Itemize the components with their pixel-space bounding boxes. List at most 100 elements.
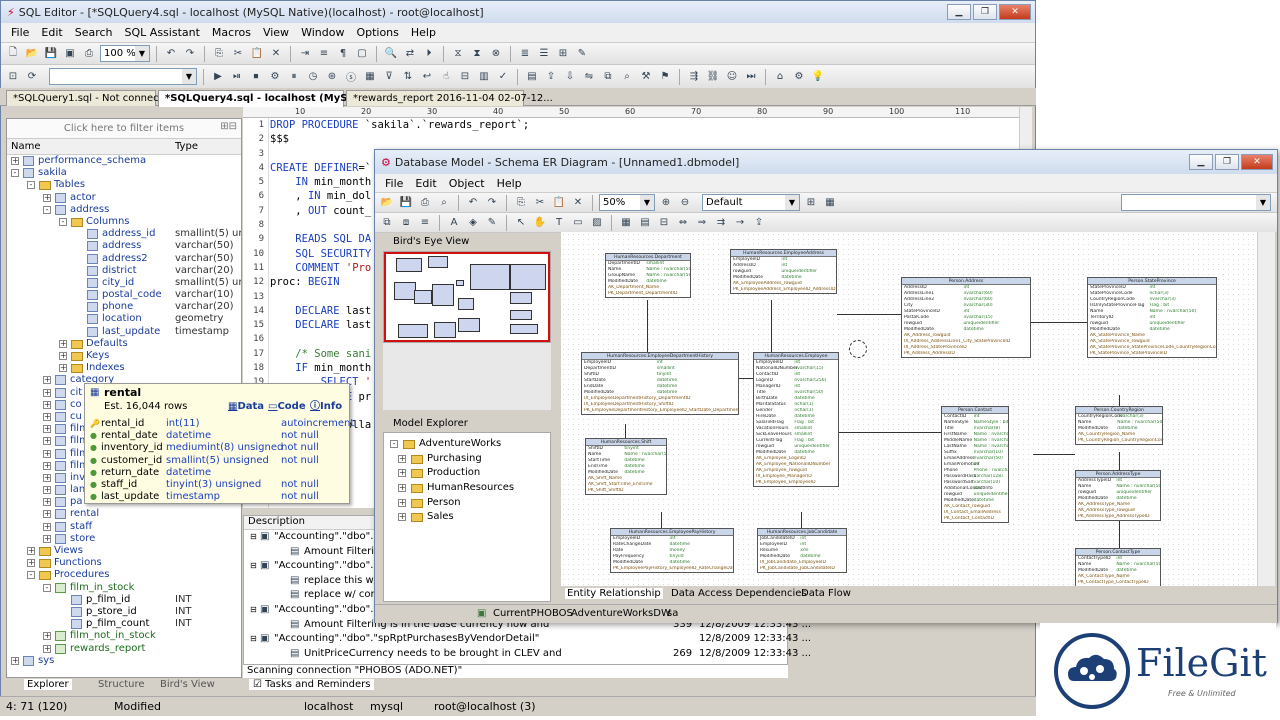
save-icon[interactable]: 💾 — [43, 46, 59, 62]
table-tool-icon[interactable]: ▦ — [618, 215, 634, 231]
import-icon[interactable]: ⇩ — [562, 69, 578, 85]
expand-toggle-icon[interactable]: + — [398, 454, 406, 463]
rel-1-1-icon[interactable]: ⇔ — [675, 215, 691, 231]
popup-link-code[interactable]: ▭ Code — [268, 401, 306, 413]
tab-birds-view[interactable]: Bird's View — [160, 679, 215, 690]
er-entity[interactable]: Person.Address AddressID int AddressLine1 nv… — [901, 277, 1031, 358]
tab-entity-relationship[interactable]: Entity Relationship — [565, 588, 663, 599]
image-tool-icon[interactable]: ▨ — [589, 215, 605, 231]
tree-item[interactable]: + rental — [7, 508, 241, 520]
model-tree-item[interactable]: + Production — [384, 466, 550, 481]
save-all-icon[interactable]: ▣ — [62, 46, 78, 62]
fill-color-icon[interactable]: ◈ — [465, 215, 481, 231]
dm-print-icon[interactable]: ⎙ — [417, 195, 433, 211]
pointer-icon[interactable]: ↖ — [513, 215, 529, 231]
tree-item[interactable]: city_id smallint(5) ur — [7, 277, 241, 289]
expand-toggle-icon[interactable]: + — [43, 461, 51, 470]
expand-toggle-icon[interactable]: + — [11, 656, 19, 665]
menu-file[interactable]: File — [5, 26, 35, 39]
find-icon[interactable]: 🔍 — [383, 46, 399, 62]
zoom-in-icon[interactable]: ⊕ — [658, 195, 674, 211]
dm-menu-edit[interactable]: Edit — [409, 177, 442, 190]
tree-item[interactable]: + performance_schema — [7, 155, 241, 167]
expand-toggle-icon[interactable]: + — [398, 513, 406, 522]
expand-toggle-icon[interactable]: ⊟ — [250, 632, 257, 647]
er-entity[interactable]: HumanResources.Employee EmployeeID int Nati… — [753, 352, 839, 487]
tree-item[interactable]: + Keys — [7, 350, 241, 362]
expand-toggle-icon[interactable]: + — [43, 473, 51, 482]
hand-tool-icon[interactable]: ✋ — [532, 215, 548, 231]
model-tree-item[interactable]: + Sales — [384, 510, 550, 525]
tree-item[interactable]: p_film_id INT — [7, 594, 241, 606]
dm-copy-icon[interactable]: ⎘ — [513, 195, 529, 211]
model-tree-item[interactable]: + HumanResources — [384, 481, 550, 496]
minimize-button[interactable]: ▁ — [947, 4, 971, 20]
list-icon[interactable]: ☰ — [536, 46, 552, 62]
expand-toggle-icon[interactable]: ⊟ — [250, 559, 257, 574]
dm-save-icon[interactable]: 💾 — [398, 195, 414, 211]
code-line[interactable]: DROP PROCEDURE `sakila`.`rewards_report`… — [269, 118, 1019, 132]
tab-data-access-dependencies[interactable]: Data Access Dependencies — [671, 588, 807, 599]
menu-help[interactable]: Help — [405, 26, 442, 39]
line-color-icon[interactable]: ✎ — [484, 215, 500, 231]
bookmark-icon[interactable]: ⧖ — [450, 46, 466, 62]
expand-toggle-icon[interactable]: + — [11, 157, 19, 165]
maximize-button[interactable]: ❐ — [973, 4, 997, 20]
tab-data-flow[interactable]: Data Flow — [801, 588, 851, 599]
tree-item[interactable]: + film_not_in_stock — [7, 630, 241, 642]
zoom-select[interactable]: 100 % ▼ — [100, 45, 150, 62]
text-tool-icon[interactable]: T — [551, 215, 567, 231]
tree-item[interactable]: postal_code varchar(10) — [7, 289, 241, 301]
close-button[interactable]: ✕ — [999, 4, 1031, 20]
options-icon[interactable]: ⚙ — [791, 69, 807, 85]
code-line[interactable]: $$$ — [269, 132, 1019, 146]
tree-item[interactable]: p_store_id INT — [7, 606, 241, 618]
tree-item[interactable]: + store — [7, 533, 241, 545]
tree-item[interactable]: + Views — [7, 545, 241, 557]
tree-item[interactable]: location geometry — [7, 313, 241, 325]
filter-input[interactable]: Click here to filter items ⊞⊟ — [7, 119, 241, 139]
execute-icon[interactable]: ▶ — [210, 69, 226, 85]
format-icon[interactable]: ⊗ — [488, 46, 504, 62]
indent-icon[interactable]: ⇥ — [297, 46, 313, 62]
bookmark-next-icon[interactable]: ⧗ — [469, 46, 485, 62]
dm-style-select[interactable]: Default ▼ — [702, 194, 800, 211]
expand-toggle-icon[interactable]: - — [59, 217, 67, 226]
expand-toggle-icon[interactable]: + — [27, 559, 35, 568]
tree-item[interactable]: + sys — [7, 655, 241, 667]
expand-toggle-icon[interactable]: + — [59, 352, 67, 360]
er-diagram-canvas[interactable]: HumanResources.Department DepartmentID sma… — [561, 232, 1257, 586]
name-column-header[interactable]: Name — [11, 141, 41, 152]
expand-toggle-icon[interactable]: - — [11, 169, 19, 178]
chart-icon[interactable]: ▥ — [476, 69, 492, 85]
er-entity[interactable]: Person.AddressType AddressTypeID int Name Na… — [1075, 470, 1161, 521]
popup-link-info[interactable]: ⓘ Info — [310, 401, 342, 413]
dm-preview-icon[interactable]: ⌕ — [436, 195, 452, 211]
dm-cut-icon[interactable]: ✂ — [532, 195, 548, 211]
expand-toggle-icon[interactable]: + — [43, 522, 51, 531]
export-excel-icon[interactable]: ▤ — [524, 69, 540, 85]
tree-icon[interactable]: ⊞ — [555, 46, 571, 62]
grid-icon[interactable]: ⊟ — [457, 69, 473, 85]
expand-toggle-icon[interactable]: + — [27, 547, 35, 555]
er-entity[interactable]: HumanResources.Department DepartmentID sma… — [605, 253, 691, 298]
tree-item[interactable]: address2 varchar(50) — [7, 253, 241, 265]
menu-options[interactable]: Options — [350, 26, 404, 39]
expand-toggle-icon[interactable]: + — [43, 632, 51, 641]
execute-step-icon[interactable]: ⏯ — [229, 69, 245, 85]
open-folder-icon[interactable]: 📂 — [24, 46, 40, 62]
redo-icon[interactable]: ↷ — [182, 46, 198, 62]
dm-grid-icon[interactable]: ▦ — [822, 195, 838, 211]
font-color-icon[interactable]: A — [446, 215, 462, 231]
tip-icon[interactable]: 💡 — [810, 69, 826, 85]
er-entity[interactable]: HumanResources.JobCandidate JobCandidateI… — [757, 528, 847, 573]
tab-tasks-and-reminders[interactable]: ☑ Tasks and Reminders — [249, 679, 375, 690]
user-icon[interactable]: ☺ — [724, 69, 740, 85]
expand-toggle-icon[interactable]: + — [43, 425, 51, 434]
tree-item[interactable]: address varchar(50) — [7, 240, 241, 252]
er-entity[interactable]: HumanResources.Shift ShiftID tinyint Name Na… — [585, 438, 667, 495]
gear-icon[interactable]: ⚙ — [267, 69, 283, 85]
expand-toggle-icon[interactable]: + — [398, 469, 406, 478]
dm-minimize-button[interactable]: ▁ — [1189, 154, 1213, 170]
dm-paste-icon[interactable]: 📋 — [551, 195, 567, 211]
